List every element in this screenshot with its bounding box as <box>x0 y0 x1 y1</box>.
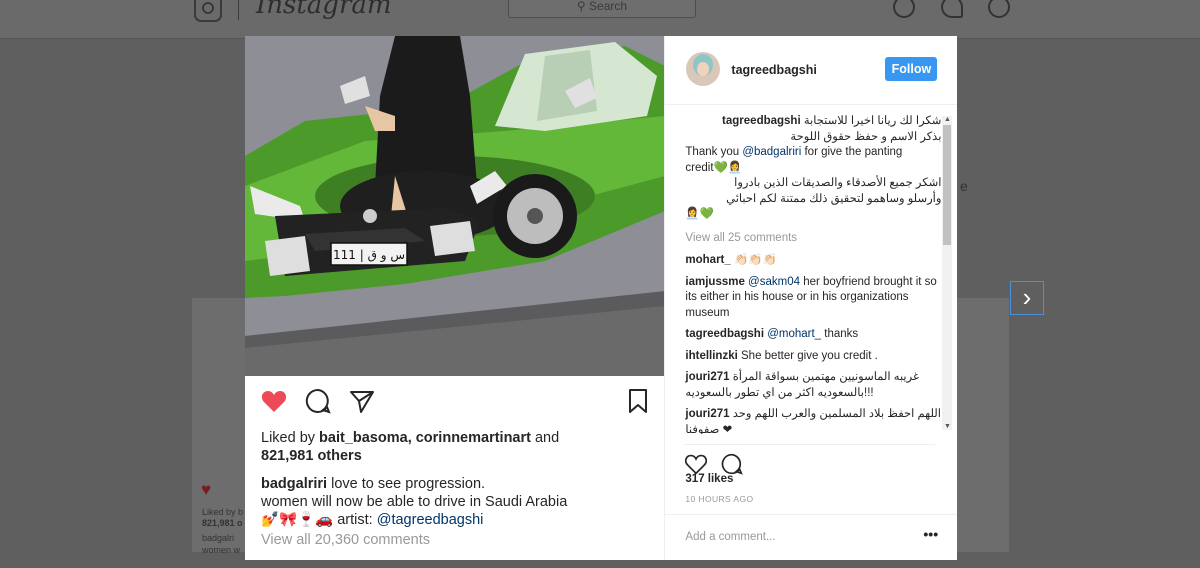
credit-text: credit <box>685 161 714 174</box>
post-action-bar <box>261 388 651 416</box>
main-comment: شكرا لك ريانا اخيرا للاستجابة tagreedbag… <box>685 114 941 223</box>
heart-outline-icon[interactable] <box>685 453 708 475</box>
post-details: Liked by bait_basoma, corinnemartinart a… <box>261 429 651 549</box>
more-options-icon[interactable]: ••• <box>923 526 938 542</box>
avatar[interactable] <box>686 52 721 86</box>
comment-username[interactable]: iamjussme <box>685 276 744 288</box>
comment-username[interactable]: ihtellinzki <box>685 350 737 362</box>
credit-emojis: 💚👩‍💼 <box>713 161 743 174</box>
background-likes: Liked by b <box>202 507 244 517</box>
background-topbar: Instagram ⚲ Search <box>0 0 1200 39</box>
liked-by-users[interactable]: bait_basoma, corinnemartinart <box>319 430 531 446</box>
post-timestamp: 10 HOURS AGO <box>685 494 754 504</box>
liked-by-prefix: Liked by <box>261 430 320 446</box>
comment-username[interactable]: mohart_ <box>685 254 730 266</box>
caption-emojis: 💅🎀🍷🚗 <box>261 512 334 528</box>
search-icon: ⚲ <box>576 0 590 13</box>
post-info-panel: tagreedbagshi Follow شكرا لك ريانا اخيرا… <box>664 36 958 561</box>
main-comment-credit: credit💚👩‍💼 <box>685 161 941 177</box>
main-comment-arabic-1: شكرا لك ريانا اخيرا للاستجابة <box>803 115 942 127</box>
license-plate-text: 111 | س و ق <box>333 248 405 263</box>
panel-view-all-comments[interactable]: View all 25 comments <box>685 231 941 247</box>
post-modal: 111 | س و ق Liked by bait_basoma, corinn… <box>245 36 958 561</box>
post-caption: badgalriri love to see progression. <box>261 475 651 493</box>
comments-scrollbar[interactable]: ▲ ▼ <box>942 116 953 430</box>
compass-icon[interactable] <box>893 0 915 18</box>
bookmark-icon[interactable] <box>625 388 651 414</box>
thanks-suffix: for give the panting <box>801 146 903 158</box>
list-item: jouri271 اللهم احفظ بلاد المسلمين والعرب… <box>685 407 941 434</box>
main-comment-end-emojis: 👩‍💼💚 <box>685 208 715 220</box>
scroll-down-icon[interactable]: ▼ <box>942 423 952 430</box>
background-heart-icon: ♥ <box>201 480 212 499</box>
comment-username[interactable]: tagreedbagshi <box>685 328 764 340</box>
list-item: tagreedbagshi @mohart_ thanks <box>685 327 941 343</box>
list-item: mohart_ 👏🏻👏🏻👏🏻 <box>685 253 941 269</box>
caption-username[interactable]: badgalriri <box>261 476 327 492</box>
caption-artist-mention[interactable]: @tagreedbagshi <box>377 512 484 528</box>
thanks-prefix: Thank you <box>685 146 743 158</box>
profile-icon[interactable] <box>988 0 1010 18</box>
like-heart-icon[interactable] <box>261 388 287 414</box>
main-comment-line3: اشكر جميع الأصدقاء والصديقات الذين بادرو… <box>734 177 942 189</box>
chevron-right-icon: › <box>1022 282 1032 312</box>
main-comment-username[interactable]: tagreedbagshi <box>722 115 801 127</box>
topbar-divider <box>238 0 239 20</box>
list-item: iamjussme @sakm04 her boyfriend brought … <box>685 275 941 322</box>
follow-button[interactable]: Follow <box>885 57 938 81</box>
instagram-wordmark[interactable]: Instagram <box>256 0 392 20</box>
view-all-comments-link[interactable]: View all 20,360 comments <box>261 531 651 549</box>
add-comment-input[interactable]: Add a comment... <box>685 531 775 543</box>
liked-by: Liked by bait_basoma, corinnemartinart a… <box>261 429 651 447</box>
heart-nav-icon[interactable] <box>941 0 963 18</box>
comments-list: شكرا لك ريانا اخيرا للاستجابة tagreedbag… <box>685 114 941 434</box>
background-side-letter: e <box>960 178 968 194</box>
comment-text: 👏🏻👏🏻👏🏻 <box>730 254 777 266</box>
instagram-camera-icon[interactable] <box>194 0 222 22</box>
thanks-mention[interactable]: @badgalriri <box>742 146 801 158</box>
list-item: ihtellinzki She better give you credit . <box>685 349 941 365</box>
comment-text: thanks <box>821 328 859 340</box>
comment-username[interactable]: jouri271 <box>685 408 729 420</box>
scroll-up-icon[interactable]: ▲ <box>942 116 952 123</box>
caption-artist-label: artist: <box>333 512 377 528</box>
post-photo[interactable]: 111 | س و ق <box>245 36 665 376</box>
main-comment-line1: شكرا لك ريانا اخيرا للاستجابة tagreedbag… <box>685 114 941 130</box>
liked-by-others[interactable]: 821,981 others <box>261 447 651 465</box>
background-likes-count: 821,981 o <box>202 518 243 528</box>
background-caption: women w <box>202 545 241 555</box>
scrollbar-thumb[interactable] <box>943 125 952 245</box>
comment-username[interactable]: jouri271 <box>685 371 729 383</box>
list-item: jouri271 غريبه الماسونيين مهتمين بسواقة … <box>685 370 941 401</box>
caption-line1: love to see progression. <box>327 476 486 492</box>
comment-mention[interactable]: @mohart_ <box>764 328 821 340</box>
search-input[interactable]: ⚲ Search <box>508 0 696 18</box>
search-placeholder: Search <box>589 0 628 13</box>
add-comment-bar: Add a comment... ••• <box>665 514 958 561</box>
main-comment-line2: بذكر الاسم و حفظ حقوق اللوحة <box>790 130 942 143</box>
comment-text: She better give you credit . <box>737 349 878 362</box>
post-media-column: 111 | س و ق Liked by bait_basoma, corinn… <box>245 36 665 560</box>
caption-line2: women will now be able to drive in Saudi… <box>261 494 568 510</box>
comment-icon[interactable] <box>721 453 744 475</box>
caption-line3: 💅🎀🍷🚗 artist: @tagreedbagshi <box>261 511 651 529</box>
post-header: tagreedbagshi Follow <box>665 36 958 105</box>
background-post-card-right <box>957 298 1009 552</box>
next-post-arrow[interactable]: › <box>1010 281 1044 315</box>
comment-mention[interactable]: @sakm04 <box>745 276 800 288</box>
main-comment-thanks: Thank you @badgalriri for give the panti… <box>685 145 941 161</box>
header-username[interactable]: tagreedbagshi <box>731 63 816 77</box>
main-comment-line4: وأرسلو وساهمو لتحقيق ذلك ممتنة لكم احبائ… <box>726 192 942 205</box>
panel-action-bar <box>685 444 936 475</box>
likes-count[interactable]: 317 likes <box>685 473 733 485</box>
comment-icon[interactable] <box>305 388 331 414</box>
liked-by-and: and <box>530 430 560 446</box>
share-icon[interactable] <box>349 388 375 414</box>
background-caption-user: badgalri <box>202 533 235 543</box>
